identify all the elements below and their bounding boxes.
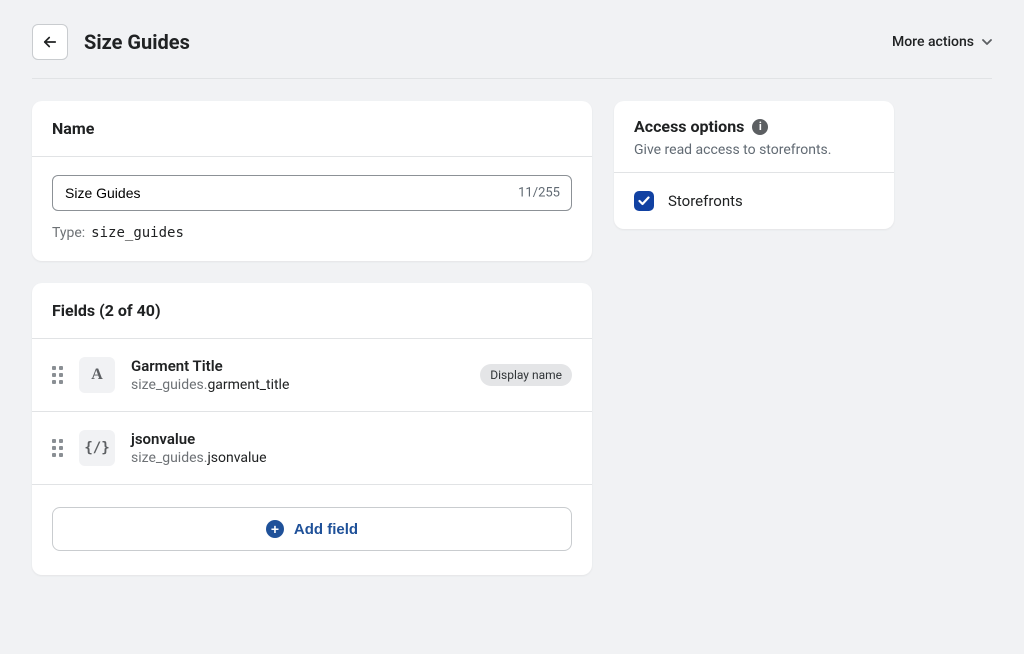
type-label: Type: xyxy=(52,225,85,241)
add-field-button[interactable]: + Add field xyxy=(52,507,572,551)
fields-card: Fields (2 of 40) A Garment Title size_gu… xyxy=(32,283,592,575)
access-options-title: Access options xyxy=(634,117,744,136)
arrow-left-icon xyxy=(41,33,59,51)
text-type-icon: A xyxy=(79,357,115,393)
access-options-subtitle: Give read access to storefronts. xyxy=(634,142,874,158)
field-key: size_guides.jsonvalue xyxy=(131,450,572,466)
field-row[interactable]: A Garment Title size_guides.garment_titl… xyxy=(32,338,592,411)
field-key: size_guides.garment_title xyxy=(131,377,464,393)
storefronts-label: Storefronts xyxy=(668,192,743,210)
type-value: size_guides xyxy=(91,225,184,241)
back-button[interactable] xyxy=(32,24,68,60)
field-title: jsonvalue xyxy=(131,430,572,448)
drag-handle-icon[interactable] xyxy=(52,439,63,457)
plus-circle-icon: + xyxy=(266,520,284,538)
page-header: Size Guides More actions xyxy=(32,24,992,79)
fields-card-header: Fields (2 of 40) xyxy=(32,283,592,338)
storefronts-option[interactable]: Storefronts xyxy=(614,172,894,229)
name-card: Name 11/255 Type: size_guides xyxy=(32,101,592,261)
storefronts-checkbox[interactable] xyxy=(634,191,654,211)
access-options-card: Access options i Give read access to sto… xyxy=(614,101,894,229)
field-title: Garment Title xyxy=(131,357,464,375)
name-input[interactable] xyxy=(52,175,572,211)
name-card-header: Name xyxy=(32,101,592,156)
more-actions-button[interactable]: More actions xyxy=(892,34,992,50)
json-type-icon: {/} xyxy=(79,430,115,466)
drag-handle-icon[interactable] xyxy=(52,366,63,384)
name-char-count: 11/255 xyxy=(518,186,560,201)
field-row[interactable]: {/} jsonvalue size_guides.jsonvalue xyxy=(32,411,592,484)
display-name-badge: Display name xyxy=(480,364,572,386)
page-title: Size Guides xyxy=(84,30,190,54)
check-icon xyxy=(638,196,650,206)
add-field-label: Add field xyxy=(294,521,358,538)
info-icon[interactable]: i xyxy=(752,119,768,135)
more-actions-label: More actions xyxy=(892,34,974,50)
caret-down-icon xyxy=(982,39,992,45)
